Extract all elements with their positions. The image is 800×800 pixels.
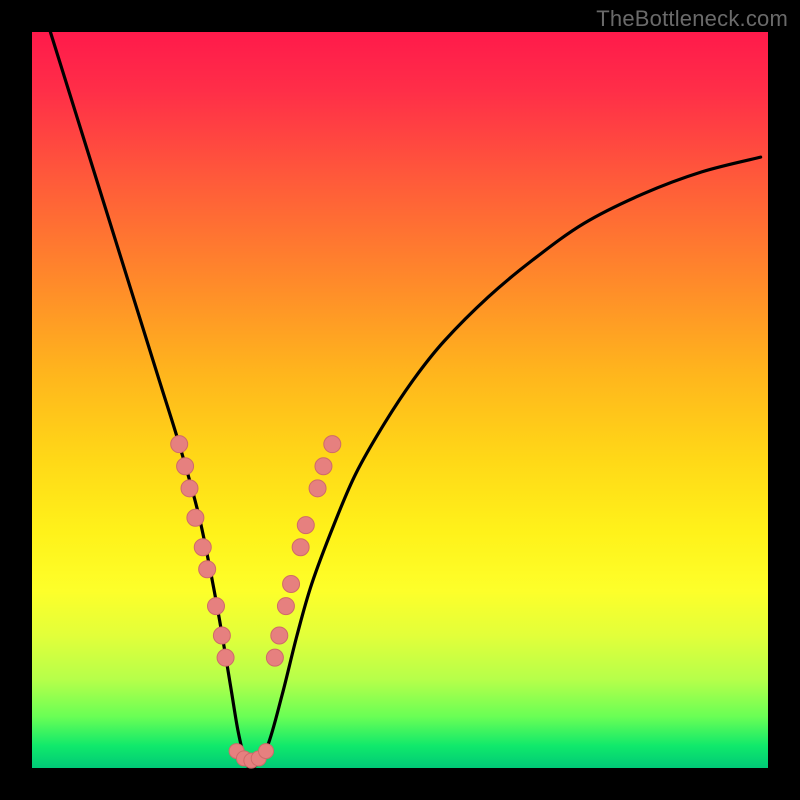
- dots-left-cluster: [171, 436, 234, 666]
- data-dot: [292, 539, 309, 556]
- bottleneck-curve: [50, 32, 760, 769]
- data-dot: [297, 517, 314, 534]
- data-dot: [199, 561, 216, 578]
- data-dot: [315, 458, 332, 475]
- data-dot: [181, 480, 198, 497]
- dots-bottom-cluster: [229, 744, 273, 769]
- chart-frame: TheBottleneck.com: [0, 0, 800, 800]
- plot-area: [32, 32, 768, 768]
- chart-svg: [32, 32, 768, 768]
- data-dot: [171, 436, 188, 453]
- dots-right-cluster: [266, 436, 340, 666]
- data-dot: [187, 509, 204, 526]
- data-dot: [324, 436, 341, 453]
- data-dot: [266, 649, 283, 666]
- data-dot: [177, 458, 194, 475]
- data-dot: [208, 598, 225, 615]
- data-dot: [309, 480, 326, 497]
- data-dot: [277, 598, 294, 615]
- data-dot: [217, 649, 234, 666]
- data-dot: [259, 744, 274, 759]
- data-dot: [283, 576, 300, 593]
- watermark-text: TheBottleneck.com: [596, 6, 788, 32]
- data-dot: [194, 539, 211, 556]
- data-dot: [213, 627, 230, 644]
- data-dot: [271, 627, 288, 644]
